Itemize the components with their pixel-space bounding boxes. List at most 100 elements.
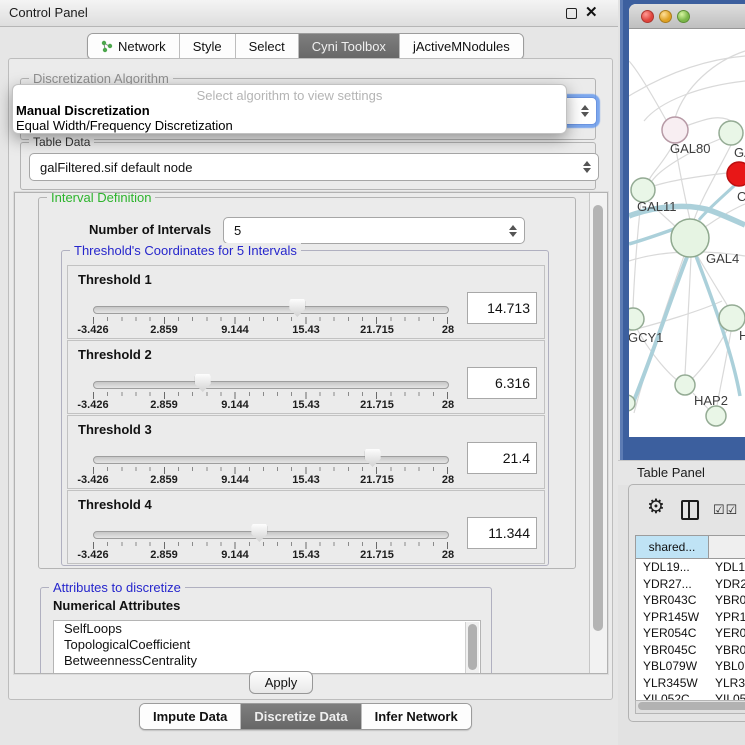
- scale-tick-label: 28: [442, 549, 454, 561]
- slider-major-ticks: [93, 392, 449, 399]
- control-panel: Control Panel ✕ Network Style Select Cyn…: [0, 0, 618, 745]
- tab-select[interactable]: Select: [236, 34, 299, 59]
- threshold-2-slider-track[interactable]: [93, 381, 449, 389]
- slider-scale-labels: -3.4262.8599.14415.4321.71528: [93, 399, 448, 411]
- gear-icon[interactable]: ⚙: [647, 497, 665, 517]
- threshold-4-box: Threshold 4 -3.4262.8599.14415.4321.7152…: [67, 490, 545, 564]
- threshold-2-slider-thumb[interactable]: [195, 374, 211, 392]
- network-node[interactable]: [629, 308, 644, 330]
- checkboxes-icon[interactable]: ☑☑: [713, 502, 738, 518]
- numerical-attributes-list[interactable]: SelfLoops TopologicalCoefficient Between…: [53, 620, 481, 674]
- threshold-3-slider-track[interactable]: [93, 456, 449, 464]
- network-node-label: GCY1: [629, 330, 663, 345]
- dropdown-option-equal-width-frequency[interactable]: Equal Width/Frequency Discretization: [16, 118, 562, 133]
- control-panel-titlebar: Control Panel ✕: [0, 0, 618, 27]
- combo-stepper-icon: [509, 225, 517, 237]
- settings-scroll-panel: Interval Definition Number of Intervals …: [14, 192, 608, 674]
- table-row[interactable]: YLR345WYLR34: [636, 675, 745, 692]
- table-cell: YER054C: [636, 626, 709, 640]
- network-canvas[interactable]: GAL80GAGAL11CGAL4GCY1HHAP2: [629, 29, 745, 437]
- scale-tick-label: 9.144: [221, 324, 249, 336]
- threshold-label: Threshold 3: [78, 422, 152, 437]
- table-cell: YBR04: [709, 643, 745, 657]
- threshold-2-box: Threshold 2 -3.4262.8599.14415.4321.7152…: [67, 340, 545, 414]
- tab-label: Cyni Toolbox: [312, 34, 386, 59]
- network-window-titlebar[interactable]: [629, 4, 745, 29]
- tab-label: Discretize Data: [254, 705, 347, 728]
- attribute-list-scrollbar[interactable]: [465, 622, 479, 674]
- table-horizontal-scrollbar[interactable]: [635, 700, 745, 714]
- tab-impute-data[interactable]: Impute Data: [140, 704, 241, 729]
- dropdown-hint: Select algorithm to view settings: [13, 88, 566, 103]
- tab-network[interactable]: Network: [88, 34, 180, 59]
- table-row[interactable]: YER054CYER05: [636, 625, 745, 642]
- threshold-4-value-field[interactable]: 11.344: [467, 517, 537, 549]
- table-row[interactable]: YBL079WYBL07: [636, 658, 745, 675]
- table-row[interactable]: YPR145WYPR14: [636, 609, 745, 626]
- network-icon: [101, 40, 113, 53]
- network-node-label: GAL4: [706, 251, 739, 266]
- network-node[interactable]: [671, 219, 709, 257]
- threshold-3-box: Threshold 3 -3.4262.8599.14415.4321.7152…: [67, 415, 545, 489]
- scale-tick-label: 21.715: [360, 474, 394, 486]
- thresholds-group-label: Threshold's Coordinates for 5 Intervals: [70, 243, 301, 258]
- tab-style[interactable]: Style: [180, 34, 236, 59]
- scale-tick-label: 2.859: [150, 399, 178, 411]
- settings-scrollbar[interactable]: [589, 193, 607, 673]
- close-traffic-light-icon[interactable]: [641, 10, 654, 23]
- scrollbar-thumb[interactable]: [468, 624, 477, 670]
- table-row[interactable]: YDL19...YDL19: [636, 559, 745, 576]
- float-window-icon[interactable]: [566, 8, 577, 19]
- table-header-row: shared... na: [636, 536, 745, 559]
- tab-cyni-toolbox[interactable]: Cyni Toolbox: [299, 34, 400, 59]
- attribute-item[interactable]: SelfLoops: [54, 621, 480, 637]
- table-cell: YPR145W: [636, 610, 709, 624]
- tab-label: jActiveMNodules: [413, 34, 510, 59]
- table-cell: YBL07: [709, 659, 745, 673]
- tab-discretize-data[interactable]: Discretize Data: [241, 704, 361, 729]
- attribute-item[interactable]: TopologicalCoefficient: [54, 637, 480, 653]
- table-row[interactable]: YBR043CYBR04: [636, 592, 745, 609]
- tab-jactivemnodules[interactable]: jActiveMNodules: [400, 34, 523, 59]
- scale-tick-label: 15.43: [292, 474, 320, 486]
- threshold-2-value-field[interactable]: 6.316: [467, 367, 537, 399]
- table-row[interactable]: YDR27...YDR27: [636, 576, 745, 593]
- table-data-combobox[interactable]: galFiltered.sif default node: [29, 153, 599, 181]
- close-icon[interactable]: ✕: [585, 3, 598, 21]
- column-header-shared-name[interactable]: shared...: [636, 536, 709, 558]
- threshold-3-slider-thumb[interactable]: [365, 449, 381, 467]
- threshold-1-slider-thumb[interactable]: [289, 299, 305, 317]
- screen: { "header": { "title": "Control Panel" }…: [0, 0, 745, 745]
- scale-tick-label: -3.426: [77, 474, 108, 486]
- threshold-1-slider-track[interactable]: [93, 306, 449, 314]
- scrollbar-thumb[interactable]: [638, 702, 745, 710]
- threshold-4-slider-track[interactable]: [93, 531, 449, 539]
- network-node-label: GAL11: [637, 199, 677, 214]
- table-data-group: Table Data galFiltered.sif default node: [20, 142, 596, 190]
- column-header-name[interactable]: na: [709, 536, 745, 558]
- dropdown-option-manual-discretization[interactable]: Manual Discretization: [16, 103, 562, 118]
- numerical-attributes-label: Numerical Attributes: [53, 598, 180, 613]
- network-node[interactable]: [706, 406, 726, 426]
- network-node[interactable]: [727, 162, 745, 186]
- network-node[interactable]: [719, 121, 743, 145]
- threshold-1-value-field[interactable]: 14.713: [467, 292, 537, 324]
- threshold-3-value-field[interactable]: 21.4: [467, 442, 537, 474]
- tab-label: Infer Network: [375, 705, 458, 728]
- network-node-label: GAL80: [670, 141, 710, 156]
- network-nodes-layer: GAL80GAGAL11CGAL4GCY1HHAP2: [629, 117, 745, 426]
- network-graph[interactable]: GAL80GAGAL11CGAL4GCY1HHAP2: [629, 29, 745, 437]
- number-of-intervals-combobox[interactable]: 5: [223, 217, 525, 244]
- tab-label: Impute Data: [153, 705, 227, 728]
- columns-icon[interactable]: [681, 500, 699, 520]
- network-node[interactable]: [662, 117, 688, 143]
- tab-infer-network[interactable]: Infer Network: [362, 704, 471, 729]
- minimize-traffic-light-icon[interactable]: [659, 10, 672, 23]
- table-row[interactable]: YBR045CYBR04: [636, 642, 745, 659]
- attribute-item[interactable]: BetweennessCentrality: [54, 653, 480, 669]
- apply-button[interactable]: Apply: [249, 671, 313, 694]
- network-node[interactable]: [675, 375, 695, 395]
- threshold-4-slider-thumb[interactable]: [251, 524, 267, 542]
- zoom-traffic-light-icon[interactable]: [677, 10, 690, 23]
- scrollbar-thumb[interactable]: [593, 205, 603, 631]
